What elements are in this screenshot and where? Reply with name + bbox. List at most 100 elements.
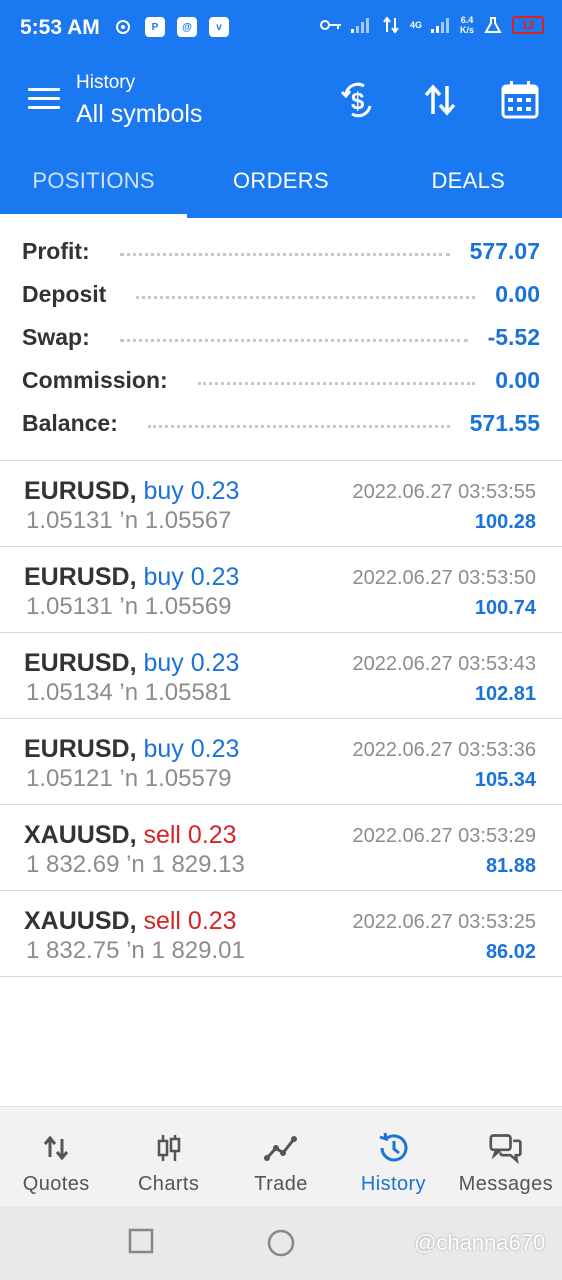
calendar-button[interactable] [498, 78, 542, 122]
position-symbol: EURUSD, buy 0.23 [24, 735, 239, 764]
status-time: 5:53 AM [20, 16, 100, 39]
network-speed-value: 6.4 [460, 15, 474, 25]
notification-icons: P @ v [112, 16, 230, 38]
position-profit: 100.28 [474, 511, 536, 533]
home-button[interactable] [266, 1228, 296, 1263]
flask-icon [482, 14, 504, 36]
position-prices: 1 832.69 ’n 1 829.13 [26, 851, 245, 878]
network-type: 4G [409, 20, 422, 30]
position-profit: 105.34 [474, 769, 536, 791]
tab-deals[interactable]: DEALS [375, 144, 562, 218]
summary-value: 571.55 [469, 410, 540, 436]
dotted-leader [197, 382, 476, 385]
position-symbol: XAUUSD, sell 0.23 [24, 821, 237, 850]
summary-label: Commission: [22, 367, 168, 393]
position-row[interactable]: EURUSD, buy 0.23 1.05134 ’n 1.05581 2022… [0, 633, 562, 719]
summary-value: -5.52 [487, 324, 540, 350]
position-prices: 1.05134 ’n 1.05581 [26, 679, 232, 706]
position-symbol: EURUSD, buy 0.23 [24, 649, 239, 678]
page-title[interactable]: All symbols [76, 100, 202, 129]
symbol-name: EURUSD, [24, 477, 137, 505]
positions-list: EURUSD, buy 0.23 1.05131 ’n 1.05567 2022… [0, 461, 562, 977]
summary-row-commission: Commission: 0.00 [0, 359, 562, 402]
sort-icon [424, 84, 456, 116]
position-profit: 81.88 [485, 855, 536, 877]
tab-orders[interactable]: ORDERS [187, 144, 374, 218]
symbol-name: EURUSD, [24, 649, 137, 677]
trend-icon [264, 1131, 298, 1165]
position-time: 2022.06.27 03:53:43 [352, 653, 536, 675]
nav-label: Quotes [22, 1173, 90, 1195]
dotted-leader [119, 253, 450, 256]
symbol-name: XAUUSD, [24, 907, 137, 935]
summary-value: 577.07 [469, 238, 540, 264]
position-row[interactable]: XAUUSD, sell 0.23 1 832.69 ’n 1 829.13 2… [0, 805, 562, 891]
summary-row-deposit: Deposit 0.00 [0, 273, 562, 316]
nav-messages[interactable]: Messages [450, 1107, 562, 1206]
summary-label: Profit: [22, 238, 90, 264]
system-navigation-bar: @channa670 [0, 1206, 562, 1280]
position-symbol: EURUSD, buy 0.23 [24, 563, 239, 592]
network-speed-unit: K/s [459, 25, 474, 35]
position-time: 2022.06.27 03:53:29 [352, 825, 536, 847]
position-symbol: XAUUSD, sell 0.23 [24, 907, 237, 936]
signal-icon-2 [430, 14, 452, 36]
summary-value: 0.00 [495, 281, 540, 307]
history-icon [376, 1131, 410, 1165]
summary-row-swap: Swap: -5.52 [0, 316, 562, 359]
position-time: 2022.06.27 03:53:55 [352, 481, 536, 503]
sort-button[interactable] [418, 78, 462, 122]
summary-label: Balance: [22, 410, 118, 436]
summary-row-profit: Profit: 577.07 [0, 230, 562, 273]
status-bar: 5:53 AM P @ v 4G 6.4 K/s 12 [0, 0, 562, 56]
position-side: buy 0.23 [143, 563, 240, 591]
nav-label: Messages [458, 1173, 553, 1195]
position-prices: 1 832.75 ’n 1 829.01 [26, 937, 245, 964]
system-status-icons: 4G 6.4 K/s 12 [319, 14, 544, 36]
nav-charts[interactable]: Charts [112, 1107, 224, 1206]
position-side: buy 0.23 [143, 477, 240, 505]
summary-label: Deposit [22, 281, 107, 307]
summary-label: Swap: [22, 324, 90, 350]
calendar-icon [501, 81, 539, 119]
position-row[interactable]: EURUSD, buy 0.23 1.05131 ’n 1.05567 2022… [0, 461, 562, 547]
position-profit: 100.74 [474, 597, 536, 619]
circle-icon [267, 1229, 295, 1257]
bottom-navigation: Quotes Charts Trade History Messages [0, 1106, 562, 1206]
symbol-name: EURUSD, [24, 563, 137, 591]
history-tabs: POSITIONS ORDERS DEALS [0, 144, 562, 218]
position-time: 2022.06.27 03:53:50 [352, 567, 536, 589]
summary-value: 0.00 [495, 367, 540, 393]
nav-label: Trade [254, 1173, 308, 1195]
position-time: 2022.06.27 03:53:36 [352, 739, 536, 761]
signal-icon [350, 14, 372, 36]
nav-quotes[interactable]: Quotes [0, 1107, 112, 1206]
dotted-leader [147, 425, 450, 428]
mail-notification-icon: @ [176, 16, 198, 38]
position-row[interactable]: XAUUSD, sell 0.23 1 832.75 ’n 1 829.01 2… [0, 891, 562, 977]
menu-icon[interactable] [28, 88, 60, 112]
key-icon [319, 14, 342, 36]
nav-label: Charts [137, 1173, 200, 1195]
nav-history[interactable]: History [337, 1107, 449, 1206]
dotted-leader [136, 296, 476, 299]
currency-exchange-button[interactable]: $ [336, 78, 380, 122]
symbol-name: EURUSD, [24, 735, 137, 763]
settings-notification-icon [112, 16, 134, 38]
account-summary: Profit: 577.07 Deposit 0.00 Swap: -5.52 … [0, 230, 562, 445]
position-time: 2022.06.27 03:53:25 [352, 911, 536, 933]
currency-exchange-icon: $ [340, 82, 372, 118]
position-side: buy 0.23 [143, 649, 240, 677]
nav-label: History [360, 1173, 426, 1195]
position-side: sell 0.23 [143, 907, 237, 935]
tab-positions[interactable]: POSITIONS [0, 144, 188, 218]
nav-trade[interactable]: Trade [225, 1107, 337, 1206]
symbol-name: XAUUSD, [24, 821, 137, 849]
summary-row-balance: Balance: 571.55 [0, 402, 562, 445]
recent-apps-button[interactable] [128, 1228, 154, 1259]
position-row[interactable]: EURUSD, buy 0.23 1.05131 ’n 1.05569 2022… [0, 547, 562, 633]
position-row[interactable]: EURUSD, buy 0.23 1.05121 ’n 1.05579 2022… [0, 719, 562, 805]
watermark: @channa670 [414, 1230, 546, 1255]
app-notification-icon: P [144, 16, 166, 38]
position-side: buy 0.23 [143, 735, 240, 763]
